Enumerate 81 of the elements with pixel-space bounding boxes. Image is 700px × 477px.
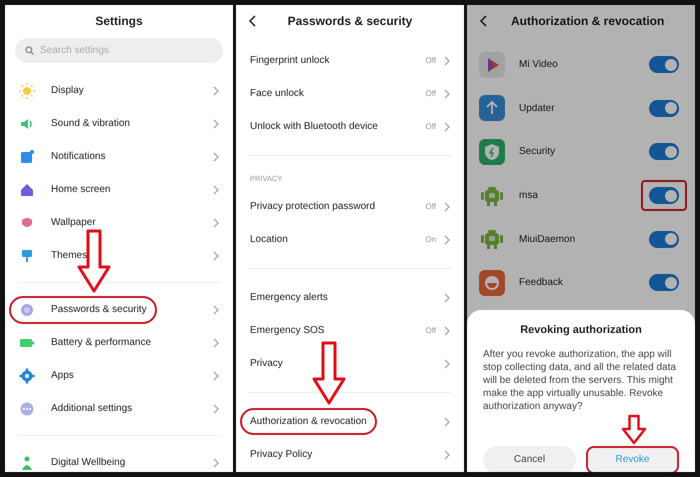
- toggle-switch[interactable]: [649, 230, 679, 248]
- menu-item-label[interactable]: Privacy Policy: [250, 447, 312, 462]
- cancel-button[interactable]: Cancel: [483, 446, 576, 472]
- chevron-right-icon: [444, 202, 450, 212]
- toggle-switch[interactable]: [649, 100, 679, 117]
- menu-item-label[interactable]: Display: [51, 83, 84, 98]
- menu-item-label[interactable]: Sound & vibration: [51, 116, 130, 131]
- chevron-right-icon: [213, 184, 219, 194]
- more-icon: [19, 400, 35, 416]
- chevron-right-icon: [213, 338, 219, 348]
- menu-item-label[interactable]: Unlock with Bluetooth device: [250, 119, 378, 134]
- menu-item-label[interactable]: Passwords & security: [51, 302, 147, 317]
- toggle-switch[interactable]: [649, 143, 679, 160]
- chevron-right-icon: [213, 304, 219, 314]
- toggle-switch[interactable]: [649, 187, 679, 204]
- smile-icon: [479, 270, 505, 296]
- screen-title: Settings: [95, 13, 143, 30]
- chevron-right-icon: [213, 458, 219, 468]
- menu-item-label[interactable]: Authorization & revocation: [250, 414, 367, 429]
- status-value: Off: [425, 88, 436, 100]
- menu-item-label[interactable]: Privacy: [250, 356, 283, 371]
- app-name: MiuiDaemon: [519, 232, 576, 247]
- person-icon: [19, 454, 35, 470]
- chevron-right-icon: [444, 450, 450, 460]
- gear-icon: [19, 368, 35, 384]
- dialog-message: After you revoke authorization, the app will stop collecting data, and all the related data will be deleted from the servers. This might make the app virtually unusable. Revoke authorization anyway?: [483, 348, 677, 412]
- app-name: Mi Video: [519, 58, 558, 72]
- menu-item-label[interactable]: Privacy protection password: [250, 199, 376, 214]
- screen-title: Authorization & revocation: [511, 13, 664, 30]
- status-value: Off: [425, 120, 436, 132]
- chevron-right-icon: [213, 118, 219, 128]
- play-icon: [479, 52, 505, 78]
- chevron-right-icon: [444, 416, 450, 426]
- screen-title: Passwords & security: [288, 13, 412, 30]
- chevron-right-icon: [213, 152, 219, 162]
- menu-item-label[interactable]: Themes: [51, 248, 88, 263]
- status-value: On: [425, 234, 436, 246]
- app-name: Security: [519, 145, 556, 160]
- menu-item-label[interactable]: Digital Wellbeing: [51, 455, 126, 470]
- status-value: Off: [425, 54, 436, 66]
- chevron-right-icon: [444, 122, 450, 132]
- back-icon[interactable]: [248, 15, 256, 27]
- chevron-right-icon: [213, 404, 219, 414]
- menu-item-label[interactable]: Wallpaper: [51, 215, 96, 230]
- app-name: Feedback: [519, 276, 563, 290]
- chevron-right-icon: [444, 292, 450, 302]
- app-name: msa: [519, 189, 538, 204]
- menu-item-label[interactable]: Notifications: [51, 149, 106, 164]
- lock-circle-icon: [19, 302, 35, 318]
- status-value: Off: [425, 324, 436, 336]
- chevron-right-icon: [444, 88, 450, 98]
- search-icon: [25, 46, 34, 55]
- menu-item-label[interactable]: Additional settings: [51, 401, 132, 416]
- menu-item-label[interactable]: Face unlock: [250, 86, 304, 101]
- app-name: Updater: [519, 102, 555, 116]
- menu-item-label[interactable]: Fingerprint unlock: [250, 53, 330, 68]
- brush-icon: [19, 248, 35, 264]
- menu-item-label[interactable]: Location: [250, 232, 288, 247]
- sun-icon: [19, 82, 35, 98]
- chevron-right-icon: [213, 218, 219, 228]
- chevron-right-icon: [444, 234, 450, 244]
- toggle-switch[interactable]: [649, 56, 679, 74]
- status-value: Off: [425, 200, 436, 212]
- menu-item-label[interactable]: Emergency alerts: [250, 290, 328, 305]
- toggle-switch[interactable]: [649, 274, 679, 292]
- chevron-right-icon: [213, 250, 219, 260]
- search-field[interactable]: Search settings: [15, 38, 223, 63]
- dialog-title: Revoking authorization: [519, 323, 643, 338]
- chevron-right-icon: [444, 326, 450, 336]
- chevron-right-icon: [213, 370, 219, 380]
- notification-icon: [19, 148, 35, 164]
- chevron-right-icon: [444, 56, 450, 66]
- back-icon[interactable]: [479, 15, 487, 27]
- menu-item-label[interactable]: Home screen: [51, 182, 110, 197]
- menu-item-label[interactable]: Apps: [51, 368, 74, 383]
- menu-item-label[interactable]: Battery & performance: [51, 335, 152, 350]
- chevron-right-icon: [213, 86, 219, 96]
- home-icon: [19, 182, 35, 198]
- menu-item-label[interactable]: Emergency SOS: [250, 323, 324, 338]
- shield-icon: [479, 138, 505, 165]
- chevron-right-icon: [444, 358, 450, 368]
